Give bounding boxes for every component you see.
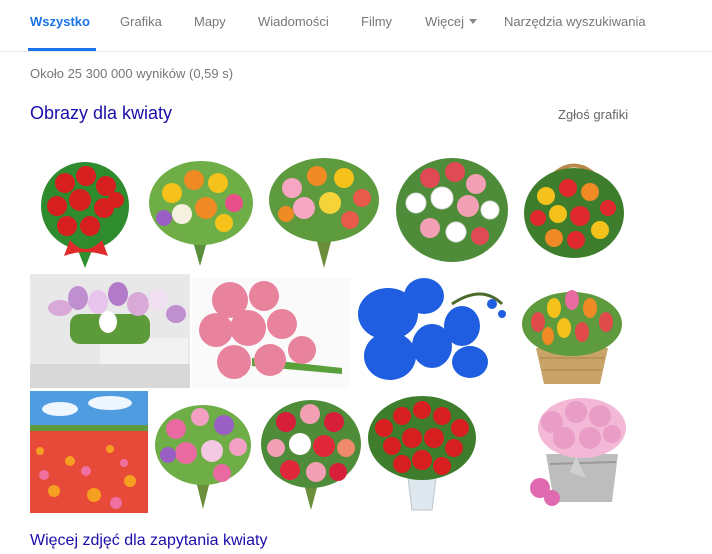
- tab-wszystko[interactable]: Wszystko: [28, 0, 96, 51]
- red-roses-vase-image: [366, 394, 478, 512]
- image-thumbnail-flower-basket[interactable]: [518, 148, 630, 271]
- tab-filmy[interactable]: Filmy: [361, 0, 392, 51]
- roses-pot-image: [526, 392, 630, 512]
- blue-orchid-image: [352, 274, 512, 384]
- tab-wiecej[interactable]: Więcej: [425, 0, 478, 51]
- tulip-basket-image: [514, 278, 630, 388]
- image-thumbnail-pastel-bouquet[interactable]: [150, 397, 256, 511]
- colorful-bouquet-image: [262, 148, 386, 271]
- image-thumbnail-flower-field[interactable]: [30, 391, 148, 513]
- tab-wiecej-label: Więcej: [425, 14, 465, 29]
- more-images-link[interactable]: Więcej zdjęć dla zapytania kwiaty: [30, 532, 267, 550]
- image-thumbnail-roses-pot[interactable]: [526, 392, 630, 512]
- image-thumbnail-red-pink-bouquet[interactable]: [258, 394, 364, 512]
- report-images-link[interactable]: Zgłoś grafiki: [558, 107, 628, 122]
- tab-mapy[interactable]: Mapy: [194, 0, 226, 51]
- result-stats: Około 25 300 000 wyników (0,59 s): [30, 66, 234, 81]
- image-thumbnail-red-roses-bouquet[interactable]: [30, 148, 140, 271]
- chevron-down-icon: [469, 19, 478, 24]
- image-thumbnail-red-roses-vase[interactable]: [366, 394, 478, 512]
- flower-basket-image: [518, 148, 630, 271]
- tab-wiadomosci[interactable]: Wiadomości: [258, 0, 329, 51]
- search-tabs: Wszystko Grafika Mapy Wiadomości Filmy W…: [0, 0, 712, 52]
- tab-narzedzia-wyszukiwania[interactable]: Narzędzia wyszukiwania: [504, 0, 646, 51]
- image-thumbnail-tulips-box[interactable]: [30, 274, 190, 388]
- tulips-box-image: [30, 274, 190, 388]
- image-thumbnail-tulip-basket[interactable]: [514, 278, 630, 388]
- mixed-bouquet-image: [142, 148, 260, 271]
- pink-roses-image: [192, 278, 350, 388]
- image-thumbnail-blue-orchid[interactable]: [352, 274, 512, 384]
- image-thumbnail-pink-white-bouquet[interactable]: [390, 148, 514, 271]
- image-thumbnail-pink-roses[interactable]: [192, 278, 350, 388]
- red-pink-bouquet-image: [258, 394, 364, 512]
- pink-white-bouquet-image: [390, 148, 514, 271]
- flower-field-image: [30, 391, 148, 513]
- image-thumbnail-mixed-bouquet[interactable]: [142, 148, 260, 271]
- pastel-bouquet-image: [150, 397, 256, 511]
- red-roses-image: [30, 148, 140, 271]
- images-heading-link[interactable]: Obrazy dla kwiaty: [30, 103, 172, 124]
- image-thumbnail-colorful-bouquet[interactable]: [262, 148, 386, 271]
- tab-grafika[interactable]: Grafika: [120, 0, 162, 51]
